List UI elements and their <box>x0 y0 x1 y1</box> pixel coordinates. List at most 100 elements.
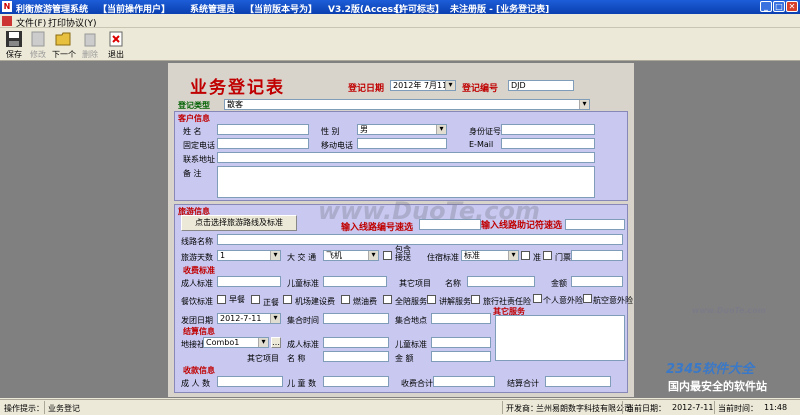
settle-total-field[interactable] <box>545 376 611 387</box>
guide-service-label: 讲解服务 <box>439 297 471 306</box>
standard-checkbox[interactable] <box>521 251 530 260</box>
reg-no-label: 登记编号 <box>462 84 499 94</box>
item-amount-field[interactable] <box>571 276 623 287</box>
close-button[interactable]: ✕ <box>786 1 798 12</box>
include-pickup-checkbox[interactable] <box>383 251 392 260</box>
ticket-label: 门票 <box>555 253 571 262</box>
route-mnemonic-field[interactable] <box>565 219 625 230</box>
settle-other-label: 其它项目 <box>247 354 279 363</box>
child-fee-label: 儿童标准 <box>287 279 319 288</box>
agency-picker-button[interactable]: … <box>271 337 281 348</box>
mobile-field[interactable] <box>357 138 447 149</box>
receivable-total-field[interactable] <box>433 376 495 387</box>
other-service-textarea[interactable] <box>495 315 625 361</box>
personal-insurance-checkbox[interactable] <box>533 294 542 303</box>
meet-place-label: 集合地点 <box>395 316 427 325</box>
meet-place-field[interactable] <box>431 313 491 324</box>
route-name-field[interactable] <box>217 234 623 245</box>
exit-button[interactable]: 退出 <box>104 30 128 60</box>
group-date-picker[interactable]: 2012-7-11 <box>217 313 281 324</box>
app-icon: N <box>2 1 12 12</box>
address-field[interactable] <box>217 152 595 163</box>
next-button[interactable]: 下一个 <box>52 30 76 60</box>
child-count-field[interactable] <box>323 376 389 387</box>
flight-insurance-label: 航空意外险 <box>593 296 633 305</box>
breakfast-checkbox[interactable] <box>217 295 226 304</box>
airport-fee-checkbox[interactable] <box>283 295 292 304</box>
transport-select[interactable]: 飞机 <box>323 250 379 261</box>
lunch-checkbox[interactable] <box>251 295 260 304</box>
edit-icon <box>31 31 45 47</box>
mobile-label: 移动电话 <box>321 141 353 150</box>
payment-section-title: 收款信息 <box>183 366 215 375</box>
airport-fee-label: 机场建设费 <box>295 297 335 306</box>
time-label: 当前时间： <box>718 404 758 413</box>
fuel-fee-checkbox[interactable] <box>341 295 350 304</box>
minimize-button[interactable]: _ <box>760 1 772 12</box>
notes-textarea[interactable] <box>217 166 595 198</box>
maximize-button[interactable]: □ <box>773 1 785 12</box>
delete-button[interactable]: 删除 <box>78 30 102 60</box>
tip-text: 业务登记 <box>48 404 80 413</box>
name-field[interactable] <box>217 124 309 135</box>
toolbar: 保存 修改 下一个 删除 退出 <box>0 28 800 61</box>
item-name-field[interactable] <box>467 276 535 287</box>
save-button[interactable]: 保存 <box>2 30 26 60</box>
ticket-checkbox[interactable] <box>543 251 552 260</box>
status-bar: 操作提示： 业务登记 开发商： 兰州易朗数字科技有限公司 当前日期： 2012-… <box>0 399 800 415</box>
customer-panel: 客户信息 姓 名 性 别 男 身份证号 固定电话 移动电话 E-Mail 联系地… <box>174 111 628 201</box>
agency-label: 地接社 <box>181 340 205 349</box>
date-label: 当前日期： <box>626 404 666 413</box>
name-label: 姓 名 <box>183 127 202 136</box>
phone-field[interactable] <box>217 138 309 149</box>
watermark-slogan: 国内最安全的软件站 <box>668 380 767 393</box>
reg-type-select[interactable]: 散客 <box>224 99 590 110</box>
meet-time-label: 集合时间 <box>287 316 319 325</box>
email-label: E-Mail <box>469 140 494 149</box>
standard-label: 准 <box>533 253 541 262</box>
personal-insurance-label: 个人意外险 <box>543 296 583 305</box>
agency-insurance-checkbox[interactable] <box>471 295 480 304</box>
reg-no-field[interactable]: DJD <box>508 80 574 91</box>
watermark-duote-small: www.DuoTe.com <box>692 306 766 315</box>
adult-count-field[interactable] <box>217 376 283 387</box>
guide-service-checkbox[interactable] <box>427 295 436 304</box>
agency-select[interactable]: Combo1 <box>203 337 269 348</box>
settle-child-field[interactable] <box>431 337 491 348</box>
tour-panel: 旅游信息 点击选择旅游路线及标准 输入线路编号速选 输入线路助记符速选 线路名称… <box>174 204 633 393</box>
gender-select[interactable]: 男 <box>357 124 447 135</box>
adult-fee-label: 成人标准 <box>181 279 213 288</box>
id-number-field[interactable] <box>501 124 595 135</box>
reg-date-picker[interactable]: 2012年 7月11日星 <box>390 80 456 91</box>
fee-section-title: 收费标准 <box>183 266 215 275</box>
adult-fee-field[interactable] <box>217 276 281 287</box>
days-select[interactable]: 1 <box>217 250 281 261</box>
current-date: 2012-7-11 <box>672 403 714 412</box>
lodging-label: 住宿标准 <box>427 253 459 262</box>
settle-child-label: 儿童标准 <box>395 340 427 349</box>
full-service-checkbox[interactable] <box>383 295 392 304</box>
modify-label: 修改 <box>30 50 46 59</box>
settle-amount-field[interactable] <box>431 351 491 362</box>
modify-button[interactable]: 修改 <box>26 30 50 60</box>
settle-section-title: 结算信息 <box>183 327 215 336</box>
folder-icon <box>55 32 71 46</box>
item-name-label: 名称 <box>445 279 461 288</box>
customer-section-title: 客户信息 <box>178 114 210 123</box>
child-fee-field[interactable] <box>323 276 387 287</box>
notes-label: 备 注 <box>183 169 202 178</box>
include-pickup-label: 包含 接送 <box>395 245 411 262</box>
settle-name-field[interactable] <box>323 351 389 362</box>
ticket-field[interactable] <box>571 250 623 261</box>
page-title: 业务登记表 <box>190 78 285 98</box>
fuel-fee-label: 燃油费 <box>353 297 377 306</box>
settle-adult-field[interactable] <box>323 337 389 348</box>
select-route-button[interactable]: 点击选择旅游路线及标准 <box>181 215 297 231</box>
email-field[interactable] <box>501 138 595 149</box>
lodging-select[interactable]: 标准 <box>461 250 519 261</box>
receivable-total-label: 收费合计 <box>401 379 433 388</box>
breakfast-label: 早餐 <box>229 295 245 304</box>
meet-time-field[interactable] <box>323 313 389 324</box>
flight-insurance-checkbox[interactable] <box>583 294 592 303</box>
next-label: 下一个 <box>52 50 76 59</box>
